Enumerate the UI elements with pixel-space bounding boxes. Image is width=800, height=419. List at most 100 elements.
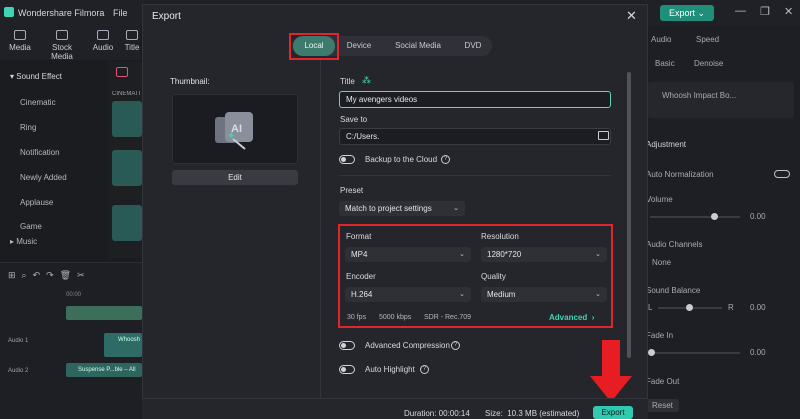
sidebar-item-newly-added[interactable]: Newly Added	[20, 173, 67, 182]
help-icon[interactable]: ?	[451, 341, 460, 350]
preset-select[interactable]: Match to project settings ⌄	[339, 201, 465, 216]
thumbnail-label: Thumbnail:	[170, 77, 210, 86]
toolbar-audio[interactable]: Audio	[87, 30, 119, 52]
adjustment-heading: Adjustment	[646, 140, 687, 149]
chevron-right-icon: ›	[591, 313, 595, 322]
sidebar-item-notification[interactable]: Notification	[20, 148, 60, 157]
sidebar-section-music[interactable]: ▸ Music	[10, 237, 37, 246]
video-clip[interactable]	[66, 306, 142, 320]
tab-social-media[interactable]: Social Media	[391, 36, 445, 56]
help-icon[interactable]: ?	[441, 155, 450, 164]
filmora-logo-icon	[4, 7, 14, 17]
advanced-compression-toggle[interactable]	[339, 341, 355, 350]
backup-cloud-label: Backup to the Cloud	[365, 155, 438, 164]
toolbar-stock-label: Stock Media	[51, 43, 73, 61]
toolbar-stock-media[interactable]: Stock Media	[40, 30, 84, 61]
sound-thumbnail[interactable]	[112, 150, 142, 186]
ai-title-icon[interactable]: ⁂	[362, 75, 371, 86]
balance-knob[interactable]	[686, 304, 693, 311]
audio-icon	[97, 30, 109, 40]
save-to-input[interactable]: C:/Users.	[339, 128, 611, 145]
toolbar-title[interactable]: Title	[122, 30, 142, 52]
format-value: MP4	[351, 250, 368, 259]
sound-thumbnail[interactable]	[112, 101, 142, 137]
chevron-down-icon: ⌄	[595, 291, 601, 298]
close-app-icon[interactable]: ✕	[784, 5, 793, 18]
timeline-tools[interactable]: ⊞⌕↶↷🗑✂	[8, 270, 91, 281]
toolbar-media-label: Media	[9, 43, 31, 52]
sound-balance-label: Sound Balance	[646, 286, 701, 295]
quality-label: Quality	[481, 272, 506, 281]
dialog-scrollbar[interactable]	[627, 72, 631, 358]
tab-device[interactable]: Device	[340, 36, 378, 56]
backup-cloud-toggle[interactable]	[339, 155, 355, 164]
audio-clip-1[interactable]: Whoosh	[104, 333, 142, 357]
auto-normalization-toggle[interactable]	[774, 170, 790, 178]
sidebar-item-ring[interactable]: Ring	[20, 123, 36, 132]
filter-icon[interactable]	[116, 67, 128, 77]
resolution-label: Resolution	[481, 232, 519, 241]
save-to-label: Save to	[340, 115, 368, 124]
media-icon	[14, 30, 26, 40]
fade-in-label: Fade In	[646, 331, 674, 340]
volume-value[interactable]: 0.00	[750, 212, 766, 221]
fade-in-value[interactable]: 0.00	[750, 348, 766, 357]
subtab-basic[interactable]: Basic	[655, 59, 675, 68]
sidebar-section-label: Sound Effect	[16, 72, 62, 81]
advanced-button[interactable]: Advanced ›	[549, 313, 594, 322]
sidebar	[0, 62, 104, 258]
sidebar-item-applause[interactable]: Applause	[20, 198, 53, 207]
preset-label: Preset	[340, 186, 364, 195]
top-export-button[interactable]: Export ⌄	[660, 5, 714, 21]
tab-audio[interactable]: Audio	[651, 35, 671, 44]
sound-thumbnail[interactable]	[112, 205, 142, 241]
sidebar-item-cinematic[interactable]: Cinematic	[20, 98, 56, 107]
minimize-icon[interactable]: —	[735, 5, 746, 17]
volume-slider[interactable]	[650, 216, 740, 218]
ai-thumbnail-icon: AI ✦	[215, 112, 253, 150]
fade-out-label: Fade Out	[646, 377, 680, 386]
stock-media-icon	[56, 30, 68, 40]
sidebar-item-game[interactable]: Game	[20, 222, 42, 230]
volume-label: Volume	[646, 195, 673, 204]
tab-speed[interactable]: Speed	[696, 35, 719, 44]
chevron-down-icon: ⌄	[459, 251, 465, 258]
format-label: Format	[346, 232, 372, 241]
track-audio-1: Audio 1	[8, 338, 29, 344]
encoder-select[interactable]: H.264 ⌄	[345, 287, 471, 302]
edit-thumbnail-button[interactable]: Edit	[172, 170, 298, 185]
export-button[interactable]: Export	[593, 406, 633, 419]
size-text: Size: 10.3 MB (estimated)	[485, 409, 580, 418]
quality-select[interactable]: Medium ⌄	[481, 287, 607, 302]
advanced-compression-label: Advanced Compression	[365, 341, 450, 350]
color-space-value: SDR - Rec.709	[424, 314, 472, 321]
audio-clip-1-label: Whoosh	[118, 337, 141, 343]
balance-value[interactable]: 0.00	[750, 303, 766, 312]
format-select[interactable]: MP4 ⌄	[345, 247, 471, 262]
sidebar-section-sound-effect[interactable]: ▾ Sound Effect	[10, 72, 62, 81]
bitrate-value: 5000 kbps	[379, 314, 412, 321]
fade-in-slider[interactable]	[650, 352, 740, 354]
menu-file[interactable]: File	[113, 8, 128, 18]
preset-value: Match to project settings	[345, 204, 432, 213]
fade-in-knob[interactable]	[648, 349, 655, 356]
app-title: Wondershare Filmora	[18, 8, 105, 18]
title-input[interactable]: My avengers videos	[339, 91, 611, 108]
toolbar-media[interactable]: Media	[4, 30, 36, 52]
toolbar-title-label: Title	[124, 43, 140, 52]
chevron-down-icon: ⌄	[459, 291, 465, 298]
resolution-select[interactable]: 1280*720 ⌄	[481, 247, 607, 262]
volume-knob[interactable]	[711, 213, 718, 220]
tab-dvd[interactable]: DVD	[458, 36, 488, 56]
chevron-down-icon: ⌄	[697, 8, 706, 18]
audio-clip-2[interactable]: Suspense P...ble – All	[66, 363, 142, 377]
restore-icon[interactable]: ❐	[760, 5, 770, 18]
reset-button[interactable]: Reset	[646, 399, 679, 412]
audio-channels-select[interactable]: None	[652, 258, 671, 267]
help-icon[interactable]: ?	[420, 365, 429, 374]
auto-highlight-toggle[interactable]	[339, 365, 355, 374]
subtab-denoise[interactable]: Denoise	[694, 59, 723, 68]
folder-icon[interactable]	[598, 131, 609, 140]
close-icon[interactable]: ✕	[626, 8, 637, 24]
timeline-timecode: 00:00	[66, 292, 82, 298]
